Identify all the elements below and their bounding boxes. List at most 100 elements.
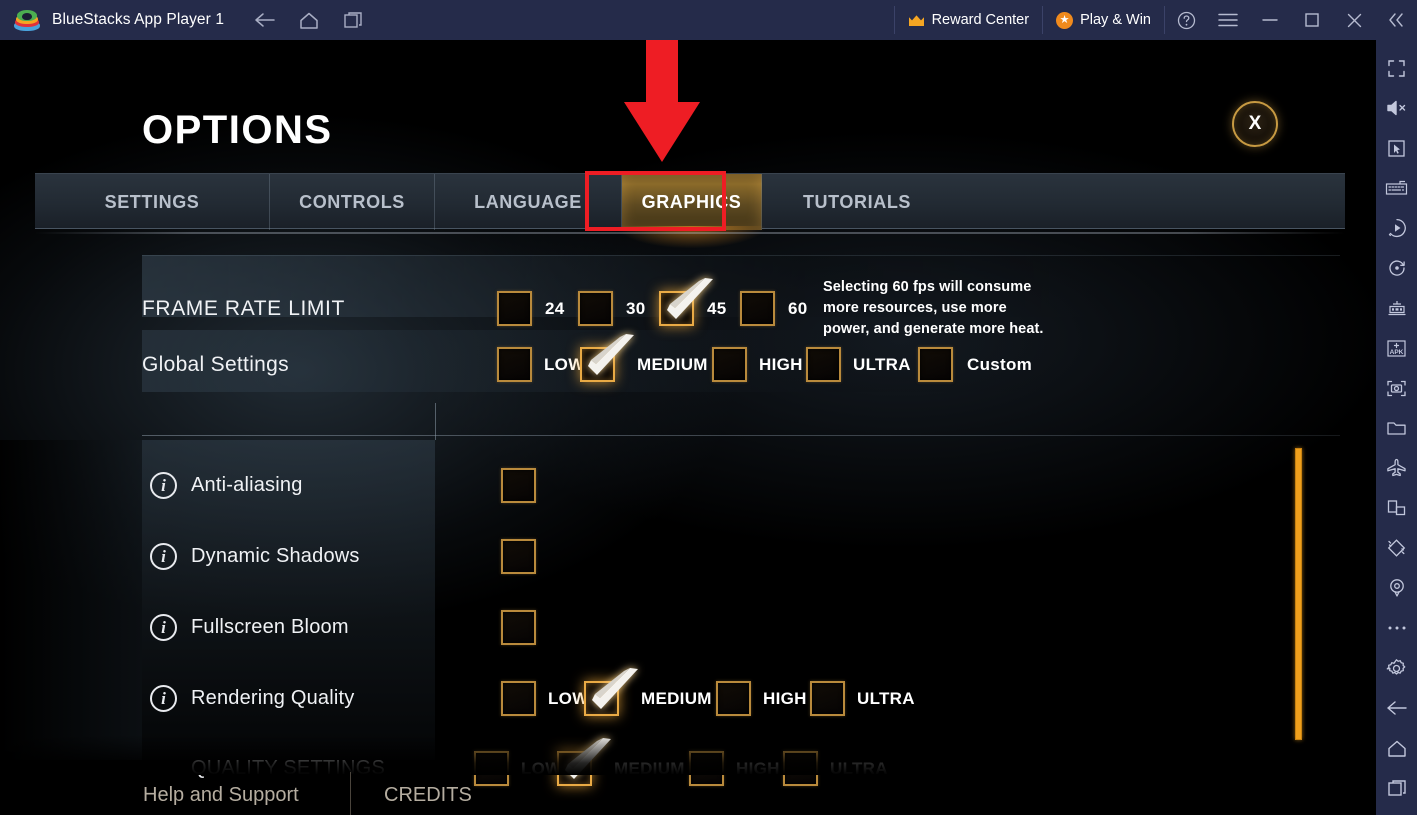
minimize-icon[interactable] xyxy=(1249,0,1291,40)
screenshot-icon[interactable] xyxy=(1376,368,1417,408)
divider xyxy=(435,403,436,440)
recents-icon[interactable] xyxy=(342,9,364,31)
option-label: 30 xyxy=(626,298,646,318)
star-badge-icon: ★ xyxy=(1056,11,1074,29)
reward-center-button[interactable]: Reward Center xyxy=(895,0,1043,40)
title-bar-right: Reward Center ★ Play & Win xyxy=(893,0,1417,40)
close-options-button[interactable]: X xyxy=(1232,101,1278,147)
setting-label: Rendering Quality xyxy=(191,687,355,709)
checkbox-frame-rate-45[interactable] xyxy=(659,278,713,327)
checkbox-dynamic-shadows[interactable] xyxy=(501,539,536,574)
tab-label: CONTROLS xyxy=(299,191,405,212)
settings-scrollbar[interactable] xyxy=(1295,448,1302,740)
setting-label: Global Settings xyxy=(142,352,289,376)
gear-icon[interactable] xyxy=(1376,648,1417,688)
info-icon[interactable]: i xyxy=(150,543,177,570)
tab-label: TUTORIALS xyxy=(802,191,912,212)
macro-play-icon[interactable] xyxy=(1376,208,1417,248)
setting-label: Fullscreen Bloom xyxy=(191,616,349,638)
frame-rate-hint: Selecting 60 fps will consume more resou… xyxy=(823,279,1044,338)
info-icon[interactable]: i xyxy=(150,685,177,712)
checkbox-global-high[interactable] xyxy=(712,347,747,382)
options-footer: Help and Support CREDITS xyxy=(0,772,1376,815)
more-dots-icon[interactable] xyxy=(1376,608,1417,648)
page-title: OPTIONS xyxy=(142,108,333,152)
option-label: LOW xyxy=(544,354,585,374)
option-label: 60 xyxy=(788,298,808,318)
home-icon[interactable] xyxy=(1376,728,1417,768)
folder-icon[interactable] xyxy=(1376,408,1417,448)
window-title: BlueStacks App Player 1 xyxy=(52,11,225,28)
mute-icon[interactable] xyxy=(1376,88,1417,128)
checkbox-frame-rate-60[interactable] xyxy=(740,291,775,327)
setting-row-anti-aliasing: i Anti-aliasing xyxy=(150,468,1376,503)
cursor-icon[interactable] xyxy=(1376,128,1417,168)
checkbox-rendering-low[interactable] xyxy=(501,681,536,716)
option-label: LOW xyxy=(548,688,589,708)
checkbox-frame-rate-24[interactable] xyxy=(497,291,532,327)
panel-shade xyxy=(0,440,142,760)
svg-text:APK: APK xyxy=(1390,349,1404,356)
checkbox-anti-aliasing[interactable] xyxy=(501,468,536,503)
setting-label: FRAME RATE LIMIT xyxy=(142,296,345,320)
app-window: BlueStacks App Player 1 Reward Center ★ … xyxy=(0,0,1417,815)
option-label: MEDIUM xyxy=(637,354,708,374)
checkbox-global-low[interactable] xyxy=(497,347,532,382)
location-pin-icon[interactable] xyxy=(1376,568,1417,608)
info-icon[interactable]: i xyxy=(150,614,177,641)
title-bar: BlueStacks App Player 1 Reward Center ★ … xyxy=(0,0,1417,40)
back-arrow-icon[interactable] xyxy=(254,9,276,31)
help-circle-icon[interactable] xyxy=(1165,0,1207,40)
tab-graphics[interactable]: GRAPHICS xyxy=(618,174,765,248)
checkbox-rendering-ultra[interactable] xyxy=(810,681,845,716)
options-tabbar: SETTINGS CONTROLS LANGUAGE GRAPHICS TUTO… xyxy=(35,173,1345,248)
close-icon[interactable] xyxy=(1333,0,1375,40)
setting-row-dynamic-shadows: i Dynamic Shadows xyxy=(150,539,1376,574)
option-label: HIGH xyxy=(759,354,803,374)
back-arrow-icon[interactable] xyxy=(1376,688,1417,728)
divider xyxy=(142,435,1340,436)
checkbox-global-ultra[interactable] xyxy=(806,347,841,382)
play-and-win-label: Play & Win xyxy=(1080,12,1151,28)
close-options-label: X xyxy=(1248,113,1262,134)
help-and-support-button[interactable]: Help and Support xyxy=(143,775,350,815)
shake-icon[interactable] xyxy=(1376,528,1417,568)
title-bar-nav xyxy=(254,9,364,31)
collapse-chevrons-icon[interactable] xyxy=(1375,0,1417,40)
bluestacks-sidebar: APK xyxy=(1376,40,1417,815)
crown-icon xyxy=(908,14,925,27)
pip-icon[interactable] xyxy=(1376,488,1417,528)
rotate-icon[interactable] xyxy=(1376,248,1417,288)
tab-settings[interactable]: SETTINGS xyxy=(35,174,270,230)
maximize-icon[interactable] xyxy=(1291,0,1333,40)
keyboard-icon[interactable] xyxy=(1376,168,1417,208)
tab-controls[interactable]: CONTROLS xyxy=(270,174,435,230)
apk-install-icon[interactable]: APK xyxy=(1376,328,1417,368)
fullscreen-icon[interactable] xyxy=(1376,48,1417,88)
credits-button[interactable]: CREDITS xyxy=(384,775,472,815)
setting-row-frame-rate: FRAME RATE LIMIT 24 30 45 60 Selecting 6… xyxy=(142,277,1376,340)
home-icon[interactable] xyxy=(298,9,320,31)
option-label: HIGH xyxy=(763,688,807,708)
hamburger-menu-icon[interactable] xyxy=(1207,0,1249,40)
setting-row-global-settings: Global Settings LOW MEDIUM HIGH ULTRA Cu… xyxy=(142,334,1376,382)
play-and-win-button[interactable]: ★ Play & Win xyxy=(1043,0,1164,40)
info-icon[interactable]: i xyxy=(150,472,177,499)
checkbox-fullscreen-bloom[interactable] xyxy=(501,610,536,645)
tab-tutorials[interactable]: TUTORIALS xyxy=(762,174,952,230)
airplane-icon[interactable] xyxy=(1376,448,1417,488)
checkbox-frame-rate-30[interactable] xyxy=(578,291,613,327)
checkbox-global-custom[interactable] xyxy=(918,347,953,382)
recents-icon[interactable] xyxy=(1376,768,1417,808)
option-label: Custom xyxy=(967,354,1033,374)
option-label: ULTRA xyxy=(853,354,911,374)
checkbox-rendering-medium[interactable] xyxy=(584,668,638,716)
checkbox-global-medium[interactable] xyxy=(580,334,634,382)
graphics-settings-panel: FRAME RATE LIMIT 24 30 45 60 Selecting 6… xyxy=(0,235,1376,786)
checkbox-rendering-high[interactable] xyxy=(716,681,751,716)
option-label: ULTRA xyxy=(857,688,915,708)
reward-center-label: Reward Center xyxy=(931,12,1030,28)
tab-language[interactable]: LANGUAGE xyxy=(435,174,622,230)
multi-instance-icon[interactable] xyxy=(1376,288,1417,328)
setting-row-fullscreen-bloom: i Fullscreen Bloom xyxy=(150,610,1376,645)
